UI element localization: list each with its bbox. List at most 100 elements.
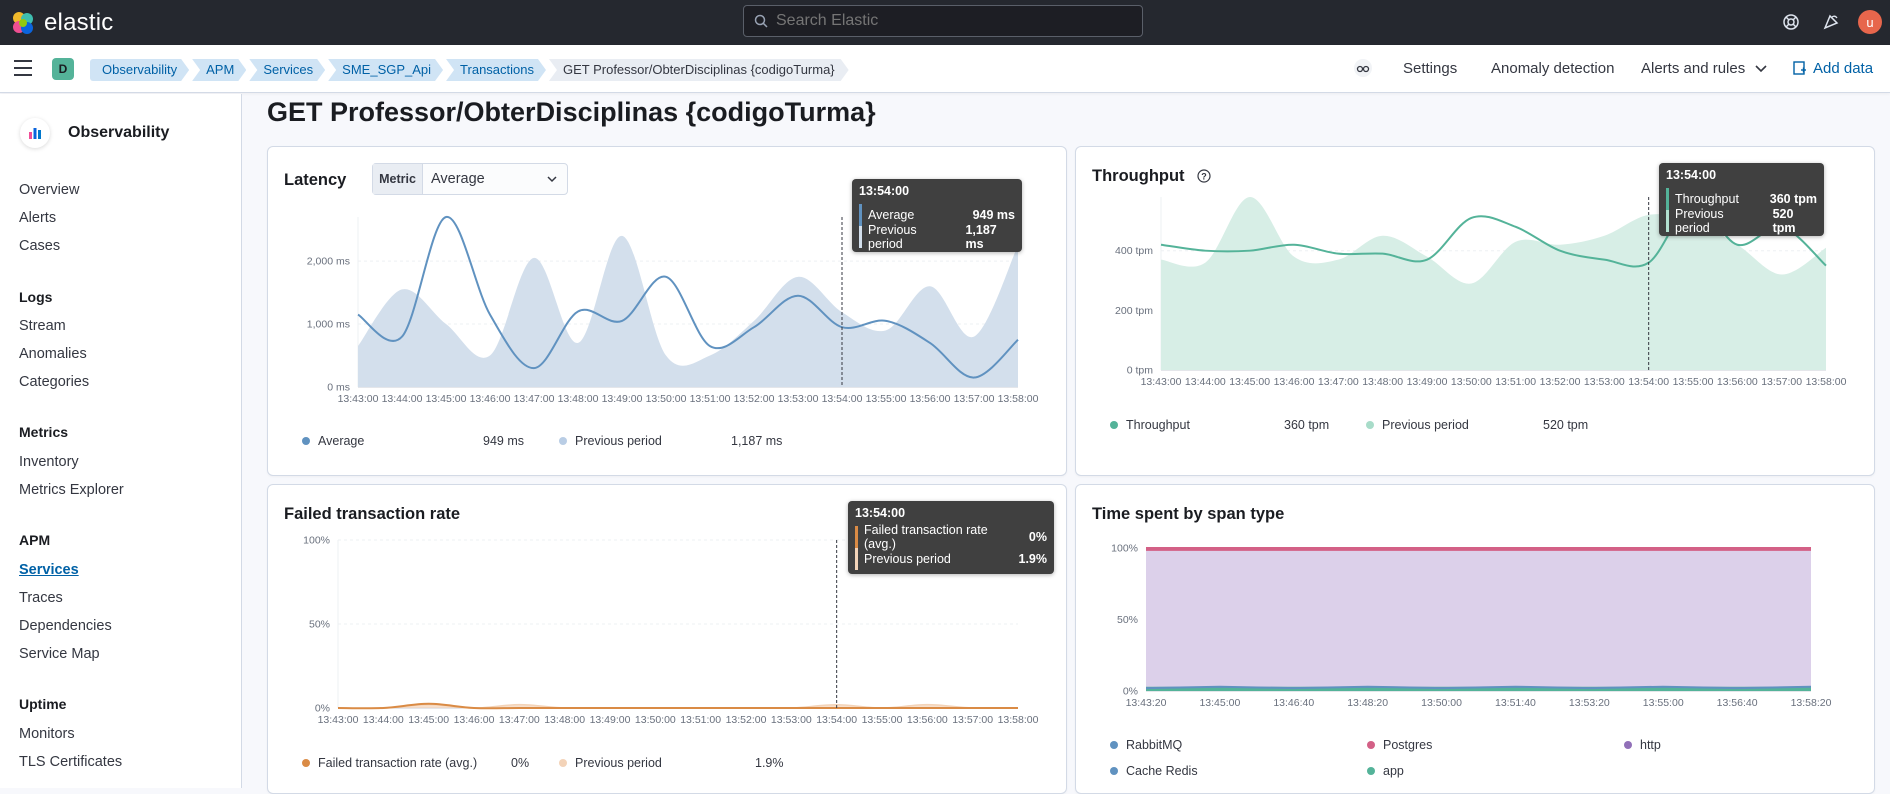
x-tick-label: 13:54:00 bbox=[816, 714, 857, 726]
alerts-rules-menu[interactable]: Alerts and rules bbox=[1641, 60, 1767, 77]
legend-dot bbox=[1110, 421, 1118, 429]
sidebar-item-alerts[interactable]: Alerts bbox=[19, 210, 56, 226]
x-tick-label: 13:58:00 bbox=[998, 393, 1039, 405]
sidebar-group-metrics: Metrics bbox=[19, 424, 69, 440]
tooltip-time: 13:54:00 bbox=[855, 506, 906, 520]
y-tick-label: 400 tpm bbox=[1115, 245, 1153, 257]
legend-item[interactable]: Failed transaction rate (avg.) bbox=[302, 756, 477, 770]
add-data-button[interactable]: Add data bbox=[1793, 60, 1873, 77]
breadcrumb-observability[interactable]: Observability bbox=[90, 59, 189, 81]
legend-item[interactable]: app bbox=[1367, 764, 1404, 778]
x-tick-label: 13:56:00 bbox=[910, 393, 951, 405]
anomaly-detection-link[interactable]: Anomaly detection bbox=[1491, 60, 1614, 77]
x-tick-label: 13:54:00 bbox=[1628, 376, 1669, 388]
sidebar-item-cases[interactable]: Cases bbox=[19, 238, 60, 254]
tooltip-value: 1.9% bbox=[1018, 552, 1048, 566]
sidebar-item-service-map[interactable]: Service Map bbox=[19, 646, 100, 662]
elastic-logo-icon bbox=[13, 11, 33, 34]
tooltip-value: 949 ms bbox=[972, 208, 1015, 222]
span-type-chart[interactable]: 0% 50% 100% 13:43:20 13:45:00 13:46:40 13:48:2… bbox=[1076, 485, 1875, 794]
x-tick-label: 13:43:00 bbox=[338, 393, 379, 405]
sidebar-item-tls-certificates[interactable]: TLS Certificates bbox=[19, 754, 122, 770]
tooltip-label: Failed transaction rate (avg.) bbox=[864, 523, 988, 551]
legend-item[interactable]: http bbox=[1624, 738, 1661, 752]
sidebar-item-dependencies[interactable]: Dependencies bbox=[19, 618, 112, 634]
elastic-logo[interactable]: elastic bbox=[10, 9, 113, 37]
breadcrumb-apm[interactable]: APM bbox=[192, 59, 246, 81]
legend-item[interactable]: Previous period bbox=[559, 756, 662, 770]
sidebar-item-traces[interactable]: Traces bbox=[19, 590, 63, 606]
sidebar-item-inventory[interactable]: Inventory bbox=[19, 454, 79, 470]
help-icon[interactable] bbox=[1780, 11, 1802, 33]
legend-label: Previous period bbox=[1382, 418, 1469, 432]
tooltip-value: 0% bbox=[1028, 530, 1047, 544]
x-tick-label: 13:45:00 bbox=[426, 393, 467, 405]
legend-item[interactable]: Previous period bbox=[559, 434, 662, 448]
legend-label: Cache Redis bbox=[1126, 764, 1198, 778]
user-avatar[interactable]: u bbox=[1858, 10, 1882, 34]
legend-dot bbox=[302, 759, 310, 767]
y-tick-label: 2,000 ms bbox=[307, 256, 350, 268]
breadcrumb-service[interactable]: SME_SGP_Api bbox=[328, 59, 443, 81]
x-tick-label: 13:45:00 bbox=[1229, 376, 1270, 388]
x-tick-label: 13:56:40 bbox=[1717, 697, 1758, 709]
sidebar-group-logs: Logs bbox=[19, 289, 53, 305]
x-tick-label: 13:49:00 bbox=[590, 714, 631, 726]
legend-label: Throughput bbox=[1126, 418, 1190, 432]
legend-dot bbox=[1367, 741, 1375, 749]
x-tick-label: 13:55:00 bbox=[862, 714, 903, 726]
sidebar-item-anomalies[interactable]: Anomalies bbox=[19, 346, 87, 362]
x-tick-label: 13:58:00 bbox=[1806, 376, 1847, 388]
tooltip-value: 360 tpm bbox=[1769, 192, 1817, 206]
x-tick-label: 13:43:00 bbox=[1141, 376, 1182, 388]
failed-rate-tooltip: 13:54:00 Failed transaction rate (avg.) 0… bbox=[848, 501, 1054, 574]
x-tick-label: 13:54:00 bbox=[822, 393, 863, 405]
legend-dot bbox=[559, 437, 567, 445]
latency-panel: Latency Metric Average 0 ms 1,000 ms 2,000… bbox=[267, 146, 1067, 476]
x-tick-label: 13:44:00 bbox=[1185, 376, 1226, 388]
throughput-tooltip: 13:54:00 Throughput 360 tpm Previous peri… bbox=[1659, 163, 1824, 236]
y-tick-label: 100% bbox=[1111, 543, 1138, 555]
breadcrumb-transactions[interactable]: Transactions bbox=[446, 59, 546, 81]
newsfeed-icon[interactable] bbox=[1820, 11, 1842, 33]
x-tick-label: 13:57:00 bbox=[1761, 376, 1802, 388]
legend-value: 949 ms bbox=[483, 434, 524, 448]
sidebar-item-overview[interactable]: Overview bbox=[19, 182, 79, 198]
x-tick-label: 13:46:00 bbox=[1274, 376, 1315, 388]
sidebar-item-stream[interactable]: Stream bbox=[19, 318, 66, 334]
x-tick-label: 13:58:00 bbox=[998, 714, 1039, 726]
legend-dot bbox=[1366, 421, 1374, 429]
sidebar-item-categories[interactable]: Categories bbox=[19, 374, 89, 390]
x-tick-label: 13:45:00 bbox=[408, 714, 449, 726]
sidebar-item-monitors[interactable]: Monitors bbox=[19, 726, 75, 742]
breadcrumb-services[interactable]: Services bbox=[249, 59, 325, 81]
global-search[interactable] bbox=[743, 5, 1143, 37]
legend-item[interactable]: Average bbox=[302, 434, 364, 448]
throughput-panel: Throughput ? 0 tpm 200 tpm 400 tpm 13:43:00… bbox=[1075, 146, 1875, 476]
legend-item[interactable]: RabbitMQ bbox=[1110, 738, 1182, 752]
space-avatar[interactable]: D bbox=[52, 58, 74, 80]
x-tick-label: 13:56:00 bbox=[907, 714, 948, 726]
x-tick-label: 13:46:40 bbox=[1273, 697, 1314, 709]
settings-link[interactable]: Settings bbox=[1403, 60, 1457, 77]
x-tick-label: 13:55:00 bbox=[1673, 376, 1714, 388]
sidebar: Observability Overview Alerts Cases Logs… bbox=[0, 94, 242, 788]
search-input[interactable] bbox=[776, 12, 1116, 30]
glasses-icon[interactable] bbox=[1352, 57, 1374, 79]
y-tick-label: 0% bbox=[1123, 686, 1138, 698]
sidebar-item-metrics-explorer[interactable]: Metrics Explorer bbox=[19, 482, 124, 498]
menu-icon[interactable] bbox=[14, 60, 32, 76]
legend-dot bbox=[1110, 741, 1118, 749]
tooltip-row: Previous period 1.9% bbox=[855, 548, 1047, 570]
y-tick-label: 0 ms bbox=[327, 382, 350, 394]
x-tick-label: 13:55:00 bbox=[1643, 697, 1684, 709]
legend-item[interactable]: Previous period bbox=[1366, 418, 1469, 432]
tooltip-value: 520 tpm bbox=[1772, 207, 1796, 235]
sidebar-item-services[interactable]: Services bbox=[19, 562, 79, 578]
legend-item[interactable]: Cache Redis bbox=[1110, 764, 1198, 778]
legend-item[interactable]: Postgres bbox=[1367, 738, 1432, 752]
legend-item[interactable]: Throughput bbox=[1110, 418, 1190, 432]
legend-label: http bbox=[1640, 738, 1661, 752]
tooltip-time: 13:54:00 bbox=[859, 184, 910, 198]
x-tick-label: 13:50:00 bbox=[1421, 697, 1462, 709]
